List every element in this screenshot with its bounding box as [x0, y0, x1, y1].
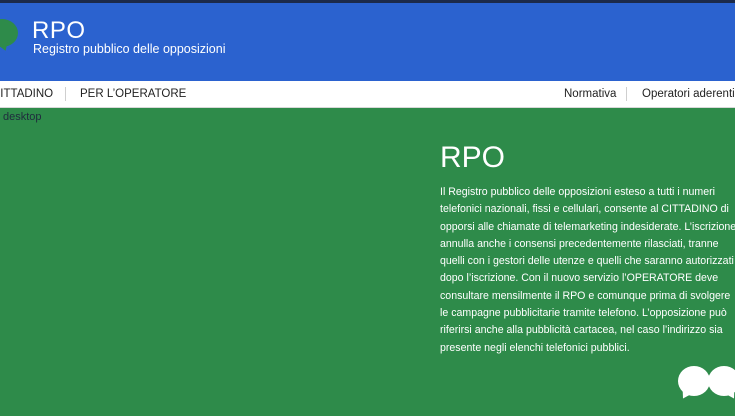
hero-text: Il Registro pubblico delle opposizioni e… — [440, 186, 735, 354]
site-subtitle: Registro pubblico delle opposizioni — [33, 42, 226, 56]
speech-bubble-icon[interactable] — [0, 3, 24, 63]
nav-item-operatori-aderenti[interactable]: Operatori aderenti — [642, 88, 735, 100]
site-title[interactable]: RPO — [32, 17, 86, 45]
main-nav: CITTADINO PER L’OPERATORE Normativa Oper… — [0, 81, 735, 108]
nav-item-operatore[interactable]: PER L’OPERATORE — [80, 88, 186, 100]
site-header: RPO Registro pubblico delle opposizioni — [0, 3, 735, 81]
nav-divider — [65, 87, 66, 101]
hero-image-alt: desktop — [3, 111, 42, 123]
hero-title: RPO — [440, 141, 506, 174]
nav-divider — [626, 87, 627, 101]
nav-item-cittadino[interactable]: CITTADINO — [0, 88, 53, 100]
nav-item-normativa[interactable]: Normativa — [564, 88, 616, 100]
